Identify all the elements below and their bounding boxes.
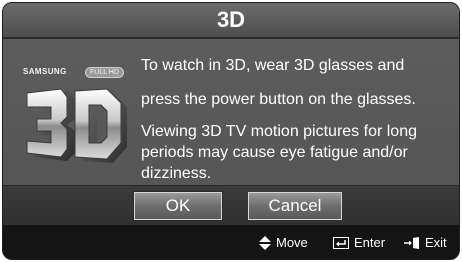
exit-icon [404,237,419,249]
footer-hints: Move Enter Exit [3,225,459,259]
3d-logo-icon [26,88,127,163]
cancel-button[interactable]: Cancel [248,192,342,220]
hint-move: Move [259,235,308,251]
3d-dialog: 3D SAMSUNG FULL HD To watch in 3D, wear … [2,2,460,260]
message-warning: Viewing 3D TV motion pictures for long p… [141,123,417,182]
samsung-3d-logo: SAMSUNG FULL HD [21,67,133,171]
message-line-1: To watch in 3D, wear 3D glasses and [141,57,405,74]
enter-icon [333,237,349,249]
hint-enter-label: Enter [354,235,386,250]
hint-exit: Exit [404,235,447,251]
message-line-2: press the power button on the glasses. [141,91,416,108]
button-row: OK Cancel [3,185,459,227]
hint-enter: Enter [333,235,385,251]
dialog-message: To watch in 3D, wear 3D glasses and pres… [141,49,453,184]
dialog-title: 3D [3,3,459,39]
ok-button[interactable]: OK [134,192,222,220]
logo-brand: SAMSUNG [23,67,67,76]
updown-arrow-icon [259,236,271,250]
hint-exit-label: Exit [425,235,447,250]
hint-move-label: Move [276,235,308,250]
